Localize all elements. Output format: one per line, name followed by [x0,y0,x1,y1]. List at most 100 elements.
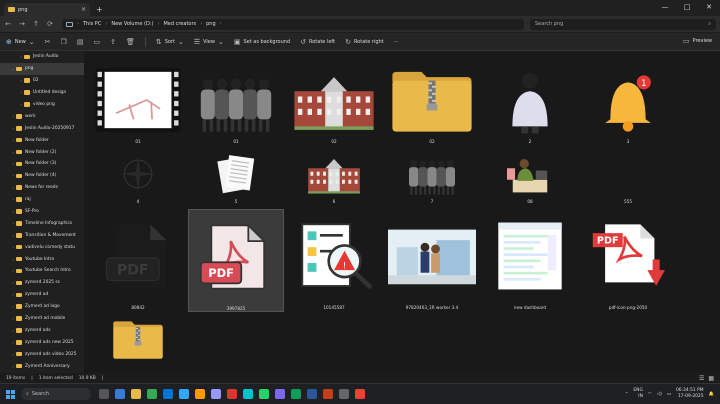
file-tile[interactable]: 01 [188,63,284,144]
premiere-icon[interactable] [211,389,221,399]
sidebar-item[interactable]: › Zymerd ad logo [0,301,84,313]
sidebar-item[interactable]: › zymerd ad [0,289,84,301]
sidebar-item[interactable]: › zymerd 2025 ss [0,277,84,289]
taskbar-search[interactable]: ⌕ Search [21,388,91,400]
sidebar-item[interactable]: › zymerd ads new 2025 [0,336,84,348]
delete-button[interactable]: 🗑 [126,38,135,46]
details-view-icon[interactable]: ☰ [699,375,704,382]
search-input[interactable]: Search png ⌕ [530,18,716,30]
sidebar-item[interactable]: › Zymerd Anniversary [0,360,84,372]
sidebar-item[interactable]: › News for reeds [0,182,84,194]
sidebar-item[interactable]: › New folder [0,134,84,146]
file-tile[interactable]: 4 [90,151,186,204]
file-tile[interactable]: 13 [580,63,676,144]
explorer-tab[interactable]: png × [4,3,90,16]
file-tile[interactable]: 97820463_1R worker 3.4 [384,209,480,310]
powerpoint-icon[interactable] [323,389,333,399]
sidebar-item[interactable]: › Youtube Search Intro [0,265,84,277]
share-button[interactable]: ⇪ [110,38,116,46]
store-icon[interactable] [163,389,173,399]
file-tile[interactable]: 2 [482,63,578,144]
view-button[interactable]: ☰ View ⌄ [194,38,224,46]
rename-button[interactable]: ▭ [93,38,100,46]
file-tile[interactable]: 6 [286,151,382,204]
new-tab-button[interactable]: + [96,5,103,14]
sort-button[interactable]: ⇅ Sort ⌄ [156,38,184,46]
file-tile[interactable]: new dashboard [482,209,578,310]
notifications-icon[interactable]: 🔔 [709,392,714,397]
up-button[interactable]: ↑ [32,20,40,28]
file-tile[interactable]: 5 [188,151,284,204]
canva-icon[interactable] [243,389,253,399]
back-button[interactable]: ← [4,20,12,28]
excel-icon[interactable] [291,389,301,399]
clock[interactable]: 06:34:51 PM 17-09-2025 [676,388,704,400]
sidebar-item[interactable]: ⌄ png [0,62,84,75]
file-tile[interactable]: ! 10145587 [286,209,382,310]
whatsapp-icon[interactable] [259,389,269,399]
photoshop-icon[interactable] [179,389,189,399]
sidebar-item[interactable]: › raj [0,194,84,206]
breadcrumb-this-pc[interactable]: This PC [83,21,101,27]
file-tile[interactable]: PDF 3997825 [188,209,284,312]
acrobat-icon[interactable] [227,389,237,399]
youtube-icon[interactable] [355,389,365,399]
task-view-icon[interactable] [99,389,109,399]
new-button[interactable]: ⊕ New ⌄ [6,38,35,46]
volume-icon[interactable]: ◁) [657,392,662,397]
sidebar-item[interactable]: › New folder (4) [0,170,84,182]
file-tile[interactable]: 02 [286,63,382,144]
more-options-button[interactable]: ··· [394,39,399,45]
sidebar-item[interactable]: › Jeslin Audio-20250917 [0,122,84,134]
file-tile[interactable]: 7 [384,151,480,204]
sidebar-item[interactable]: › zymerd ads [0,324,84,336]
sidebar-item[interactable]: › vadivelu comedy statu [0,241,84,253]
sidebar-item[interactable]: › Jeslin Audio [0,51,84,63]
edge-icon[interactable] [115,389,125,399]
set-background-button[interactable]: ▣ Set as background [234,38,290,46]
sidebar-item[interactable]: › Timeline Infographics [0,217,84,229]
sidebar-item[interactable]: › Untitled design [0,87,84,99]
sidebar-item[interactable]: › video png [0,99,84,111]
minimize-button[interactable]: — [654,0,676,16]
copy-button[interactable]: ❐ [61,38,67,46]
address-bar[interactable]: › This PC › New Volume (D:) › Med creato… [62,18,524,30]
cut-button[interactable]: ✂ [45,38,51,46]
illustrator-icon[interactable] [195,389,205,399]
breadcrumb-med-creators[interactable]: Med creators [163,21,196,27]
chrome-icon[interactable] [147,389,157,399]
rotate-left-button[interactable]: ↺ Rotate left [300,38,335,46]
settings-icon[interactable] [339,389,349,399]
preview-button[interactable]: ▭ Preview [683,37,712,45]
language-indicator[interactable]: ENG IN [633,388,642,400]
breadcrumb-png[interactable]: png [206,21,216,27]
sidebar-item[interactable]: › 02 [0,75,84,87]
wifi-icon[interactable]: ◠ [648,392,652,397]
file-tile[interactable]: 08 [482,151,578,204]
after-effects-icon[interactable] [275,389,285,399]
start-button[interactable] [6,389,15,399]
rotate-right-button[interactable]: ↻ Rotate right [345,38,384,46]
file-tile[interactable]: 02 [384,63,480,144]
paste-button[interactable]: ▤ [77,38,84,46]
breadcrumb-volume[interactable]: New Volume (D:) [111,21,153,27]
sidebar-item[interactable]: › Zymerd ad mobile [0,313,84,325]
file-tile[interactable]: 555 [580,151,676,204]
file-tile[interactable]: PDF 80842 [90,209,186,310]
sidebar-item[interactable]: › Transition & Movement [0,229,84,241]
file-tile[interactable]: 01 [90,63,186,144]
sidebar-item[interactable]: › New folder (3) [0,158,84,170]
forward-button[interactable]: → [18,20,26,28]
tab-close-icon[interactable]: × [81,6,86,13]
sidebar-item[interactable]: › zymerd ads video 2025 [0,348,84,360]
battery-icon[interactable]: ▭ [667,392,671,397]
sidebar-item[interactable]: › SF-Pro [0,206,84,218]
file-tile[interactable]: PDF pdf-icon-png-2050 [580,209,676,310]
word-icon[interactable] [307,389,317,399]
refresh-button[interactable]: ⟳ [46,20,54,28]
file-explorer-icon[interactable] [131,389,141,399]
sidebar-item[interactable]: › New folder (2) [0,146,84,158]
close-button[interactable]: ✕ [698,0,720,16]
sidebar-item[interactable]: › Youtube Intro [0,253,84,265]
sidebar-item[interactable]: › work [0,110,84,122]
